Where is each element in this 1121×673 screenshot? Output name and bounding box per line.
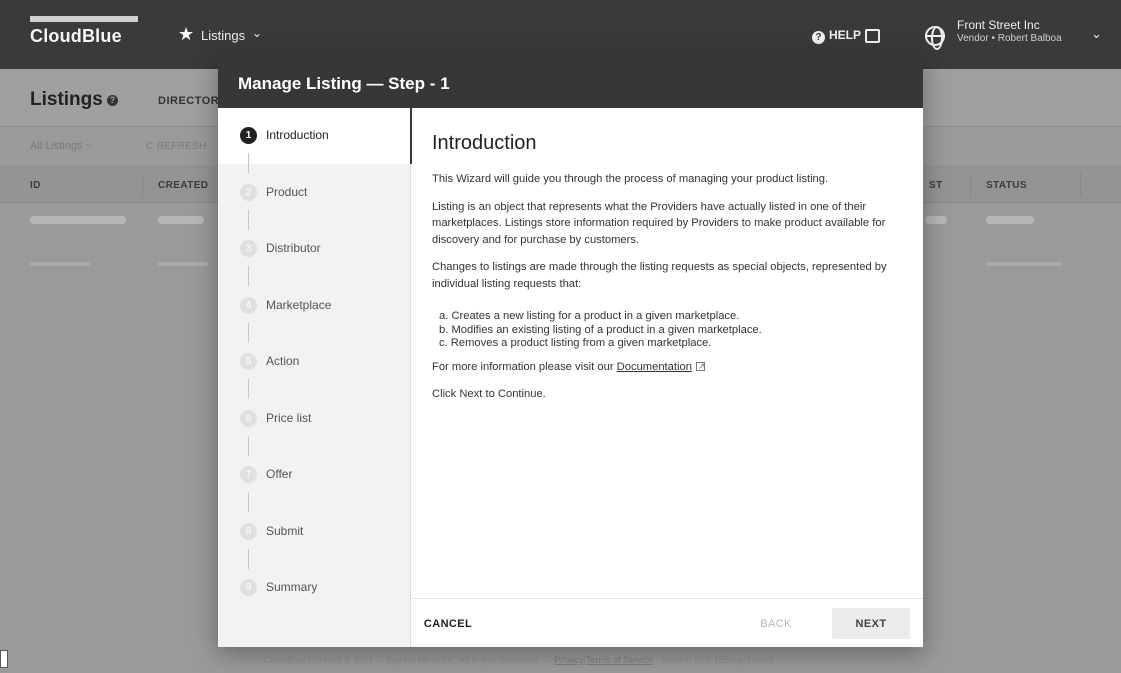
step-label: Product xyxy=(266,185,308,199)
list-item: a. Creates a new listing for a product i… xyxy=(439,310,740,322)
step-label: Price list xyxy=(266,411,312,425)
list-item: c. Removes a product listing from a give… xyxy=(439,337,712,349)
footer-version: · Version 22.0.1850-gc1eocf6 xyxy=(655,655,774,665)
module-nav-title[interactable]: Listings xyxy=(201,28,245,43)
more-info-text: For more information please visit our xyxy=(432,360,614,373)
documentation-link[interactable]: Documentation xyxy=(617,361,692,373)
wizard-step-product[interactable]: 2 Product xyxy=(218,165,411,221)
external-link-icon[interactable] xyxy=(695,358,705,374)
wizard-step-price-list[interactable]: 6 Price list xyxy=(218,391,411,447)
column-header-created[interactable]: CREATED xyxy=(158,180,208,191)
loading-placeholder xyxy=(925,216,947,224)
listing-definition-paragraph: Listing is an object that represents wha… xyxy=(432,200,886,246)
wizard-steps: 1 Introduction 2 Product 3 Distributor 4… xyxy=(218,108,412,647)
account-name: Front Street Inc xyxy=(957,18,1040,32)
corner-marker xyxy=(0,650,8,668)
step-number: 2 xyxy=(240,184,257,201)
star-icon[interactable]: ★ xyxy=(178,24,194,45)
globe-icon[interactable] xyxy=(925,26,945,50)
dialog-title: Manage Listing — Step - 1 xyxy=(238,74,450,93)
account-role: Vendor • Robert Balboa xyxy=(957,32,1062,44)
click-next-text: Click Next to Continue. xyxy=(432,388,546,400)
wizard-step-summary[interactable]: 9 Summary xyxy=(218,560,411,616)
cancel-button[interactable]: CANCEL xyxy=(422,608,474,639)
help-button[interactable]: ? HELP xyxy=(812,28,861,44)
footer-copyright: CloudBlue Connect © 2021 — Ingram Micro … xyxy=(264,655,552,665)
tab-directory[interactable]: DIRECTOR xyxy=(158,95,219,107)
step-number: 4 xyxy=(240,297,257,314)
step-label: Action xyxy=(266,354,300,368)
loading-placeholder xyxy=(158,262,208,266)
manage-listing-dialog: Manage Listing — Step - 1 1 Introduction… xyxy=(218,55,923,647)
help-label: HELP xyxy=(829,28,862,42)
content-heading: Introduction xyxy=(432,132,537,154)
page-title-text: Listings xyxy=(30,89,103,110)
list-item: b. Modifies an existing listing of a pro… xyxy=(439,323,762,336)
terms-link[interactable]: Terms of Service xyxy=(586,655,653,665)
step-label: Introduction xyxy=(266,128,329,142)
privacy-link[interactable]: Privacy xyxy=(554,655,584,665)
help-icon: ? xyxy=(812,31,825,44)
step-number: 7 xyxy=(240,466,257,483)
refresh-button[interactable]: C REFRESH xyxy=(146,141,206,152)
listing-changes-paragraph: Changes to listings are made through the… xyxy=(432,261,887,290)
column-divider xyxy=(142,173,143,197)
wizard-content: Introduction This Wizard will guide you … xyxy=(412,108,923,598)
back-button[interactable]: BACK xyxy=(752,608,800,639)
step-number: 5 xyxy=(240,353,257,370)
dialog-footer: CANCEL BACK NEXT xyxy=(412,598,923,647)
page-footer: CloudBlue Connect © 2021 — Ingram Micro … xyxy=(264,655,773,665)
intro-paragraph: This Wizard will guide you through the p… xyxy=(432,173,829,185)
next-button[interactable]: NEXT xyxy=(832,608,910,639)
wizard-step-distributor[interactable]: 3 Distributor xyxy=(218,221,411,277)
chevron-down-icon[interactable]: ⌄ xyxy=(252,26,262,40)
notifications-icon[interactable] xyxy=(865,29,880,43)
wizard-step-submit[interactable]: 8 Submit xyxy=(218,504,411,560)
loading-placeholder xyxy=(986,216,1034,224)
column-divider xyxy=(1080,173,1081,197)
column-header-status[interactable]: STATUS xyxy=(986,180,1027,191)
page-title: Listings? xyxy=(30,89,118,111)
loading-placeholder xyxy=(158,216,204,224)
dialog-header: Manage Listing — Step - 1 xyxy=(218,55,923,108)
step-number: 8 xyxy=(240,523,257,540)
step-label: Summary xyxy=(266,580,318,594)
column-header-st[interactable]: ST xyxy=(929,180,943,191)
loading-placeholder xyxy=(30,262,90,266)
account-menu[interactable]: Front Street Inc Vendor • Robert Balboa xyxy=(957,18,1062,44)
loading-placeholder xyxy=(30,216,126,224)
app-logo[interactable]: CloudBlue xyxy=(30,26,122,47)
step-label: Submit xyxy=(266,524,304,538)
step-label: Offer xyxy=(266,467,293,481)
step-number: 9 xyxy=(240,579,257,596)
wizard-step-action[interactable]: 5 Action xyxy=(218,334,411,390)
step-label: Distributor xyxy=(266,241,321,255)
logo-mark xyxy=(30,16,138,22)
wizard-step-offer[interactable]: 7 Offer xyxy=(218,447,411,503)
more-info-paragraph: For more information please visit our Do… xyxy=(432,358,903,376)
step-label: Marketplace xyxy=(266,298,332,312)
step-number: 3 xyxy=(240,240,257,257)
wizard-step-marketplace[interactable]: 4 Marketplace xyxy=(218,278,411,334)
column-header-id[interactable]: ID xyxy=(30,180,41,191)
listings-filter-dropdown[interactable]: All Listings ~ xyxy=(30,140,92,152)
column-divider xyxy=(970,173,971,197)
request-types-list: a. Creates a new listing for a product i… xyxy=(432,310,903,351)
info-icon[interactable]: ? xyxy=(106,95,118,106)
account-chevron-icon[interactable]: ⌄ xyxy=(1091,26,1102,42)
loading-placeholder xyxy=(986,262,1062,266)
step-number: 1 xyxy=(240,127,257,144)
step-number: 6 xyxy=(240,410,257,427)
